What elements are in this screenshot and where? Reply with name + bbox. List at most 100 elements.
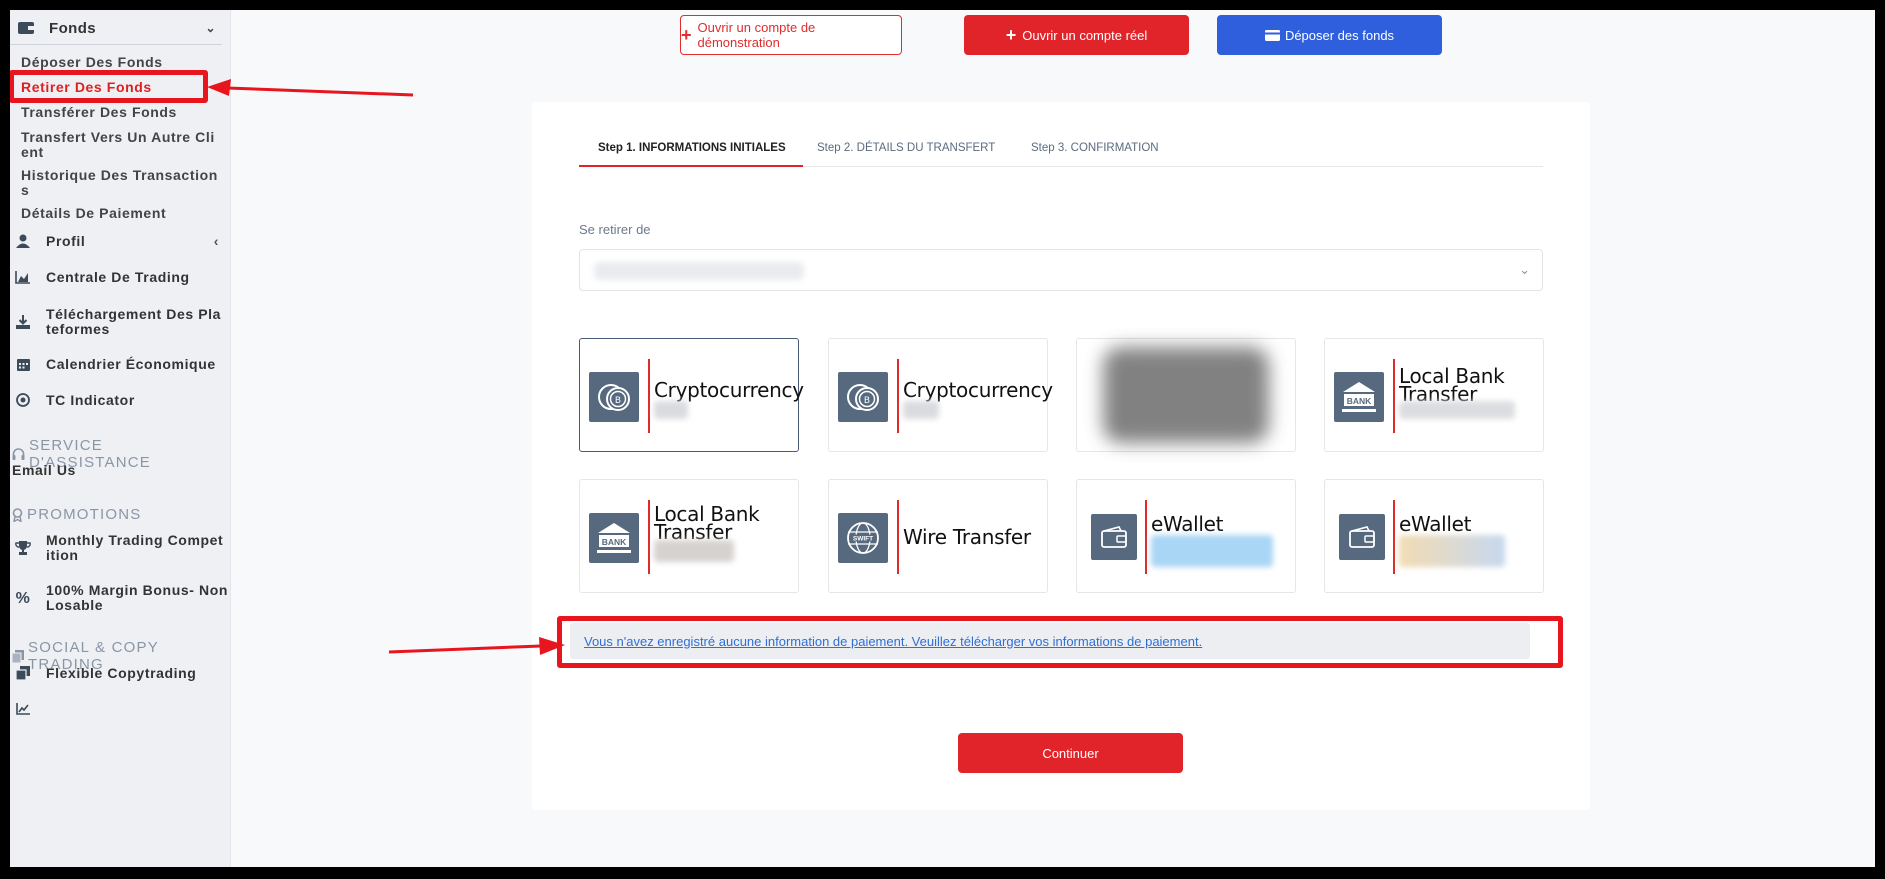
deposit-funds-label: Déposer des fonds	[1284, 27, 1395, 43]
divider	[10, 44, 222, 45]
payment-method-name: eWallet	[1151, 512, 1224, 536]
redacted-subtitle	[1399, 535, 1505, 567]
credit-card-icon	[1264, 29, 1280, 41]
sidebar-item-label: Monthly Trading Competition	[46, 532, 224, 563]
open-real-account-label: Ouvrir un compte réel	[1022, 27, 1148, 43]
annotation-arrow-icon	[207, 79, 414, 97]
payment-method-local-bank-transfer[interactable]: BANK Local Bank Transfer	[1324, 338, 1544, 452]
sidebar-item-label: 100% Margin Bonus- Non Losable	[46, 582, 228, 613]
payment-info-notice: Vous n'avez enregistré aucune informatio…	[570, 623, 1530, 659]
divider	[1393, 500, 1395, 574]
sidebar-item-profil[interactable]: Profil ‹	[10, 232, 231, 250]
wallet-icon	[1339, 514, 1385, 560]
payment-method-name: Cryptocurrency	[903, 378, 1053, 402]
open-demo-account-label: Ouvrir un compte de démonstration	[697, 20, 816, 50]
divider	[1393, 359, 1395, 433]
sidebar-item-transferer-des-fonds[interactable]: Transférer Des Fonds	[21, 105, 231, 120]
svg-text:B: B	[864, 396, 870, 406]
payment-method-ewallet[interactable]: eWallet	[1076, 479, 1296, 593]
divider	[1145, 500, 1147, 574]
sidebar-item-centrale-de-trading[interactable]: Centrale De Trading	[10, 268, 231, 286]
bank-icon: BANK	[1334, 372, 1384, 422]
user-icon	[14, 234, 32, 248]
payment-method-redacted[interactable]	[1076, 338, 1296, 452]
divider	[648, 500, 650, 574]
sidebar-item-telechargement[interactable]: Téléchargement Des Plateformes	[10, 305, 231, 339]
redacted-subtitle	[654, 540, 734, 562]
divider	[897, 500, 899, 574]
sidebar-category-title: PROMOTIONS	[27, 506, 142, 523]
deposit-funds-button[interactable]: Déposer des fonds	[1217, 15, 1442, 55]
sidebar-item-chart[interactable]	[10, 700, 231, 718]
sidebar-item-details-paiement[interactable]: Détails De Paiement	[21, 206, 231, 221]
trophy-icon	[14, 541, 32, 555]
target-icon	[14, 393, 32, 407]
withdraw-from-select[interactable]: ⌄	[579, 249, 1543, 291]
withdraw-card: Step 1. INFORMATIONS INITIALES Step 2. D…	[532, 102, 1590, 810]
sidebar-section-fonds[interactable]: Fonds ⌄	[10, 18, 222, 38]
svg-text:BANK: BANK	[1347, 396, 1372, 406]
payment-method-name: Local Bank Transfer	[1399, 364, 1505, 406]
payment-method-ewallet[interactable]: eWallet	[1324, 479, 1544, 593]
chevron-down-icon: ⌄	[205, 21, 216, 35]
open-real-account-button[interactable]: + Ouvrir un compte réel	[964, 15, 1189, 55]
payment-method-name: eWallet	[1399, 512, 1472, 536]
tab-step-1[interactable]: Step 1. INFORMATIONS INITIALES	[579, 140, 803, 167]
payment-method-local-bank-transfer[interactable]: BANK Local Bank Transfer	[579, 479, 799, 593]
payment-method-cryptocurrency[interactable]: B Cryptocurrency	[579, 338, 804, 452]
headset-icon	[12, 447, 25, 461]
sidebar-item-label: Téléchargement Des Plateformes	[46, 306, 222, 337]
sidebar: Fonds ⌄ Déposer Des Fonds Retirer Des Fo…	[10, 10, 231, 867]
payment-method-wire-transfer[interactable]: SWIFT Wire Transfer	[828, 479, 1048, 593]
tab-step-3[interactable]: Step 3. CONFIRMATION	[1031, 140, 1171, 167]
sidebar-item-transfert-autre-client[interactable]: Transfert Vers Un Autre Client	[21, 130, 221, 160]
wallet-icon	[17, 19, 35, 37]
swift-globe-icon: SWIFT	[838, 513, 888, 563]
annotation-arrow-icon	[388, 637, 565, 655]
divider	[897, 359, 899, 433]
sidebar-item-label: Profil	[46, 232, 86, 249]
app-frame: Fonds ⌄ Déposer Des Fonds Retirer Des Fo…	[10, 10, 1875, 867]
annotation-highlight-retirer	[10, 70, 208, 103]
chart-line-icon	[14, 703, 32, 715]
tab-step-2[interactable]: Step 2. DÉTAILS DU TRANSFERT	[817, 140, 995, 167]
chart-area-icon	[14, 270, 32, 284]
calendar-icon	[14, 357, 32, 371]
sidebar-item-monthly-trading-competition[interactable]: Monthly Trading Competition	[10, 531, 231, 565]
svg-text:BANK: BANK	[602, 537, 627, 547]
sidebar-item-flexible-copytrading[interactable]: Flexible Copytrading	[10, 664, 231, 682]
sidebar-item-deposer-des-fonds[interactable]: Déposer Des Fonds	[21, 55, 231, 70]
sidebar-item-email-us[interactable]: Email Us	[12, 462, 76, 478]
sidebar-item-margin-bonus[interactable]: % 100% Margin Bonus- Non Losable	[10, 581, 231, 615]
withdraw-from-label: Se retirer de	[579, 222, 651, 237]
sidebar-item-tc-indicator[interactable]: TC Indicator	[10, 391, 231, 409]
wallet-icon	[1091, 514, 1137, 560]
sidebar-item-label: Calendrier Économique	[46, 355, 216, 372]
payment-method-cryptocurrency[interactable]: B Cryptocurrency	[828, 338, 1053, 452]
payment-method-name: Wire Transfer	[903, 525, 1031, 549]
sidebar-item-calendrier[interactable]: Calendrier Économique	[10, 355, 231, 373]
download-icon	[14, 315, 32, 329]
payment-method-name: Local Bank Transfer	[654, 502, 760, 544]
bank-icon: BANK	[589, 513, 639, 563]
chevron-left-icon: ‹	[213, 232, 219, 249]
divider	[648, 359, 650, 433]
svg-text:B: B	[615, 396, 621, 406]
copy-icon	[12, 649, 24, 663]
redacted-subtitle	[1151, 535, 1273, 567]
payment-method-name: Cryptocurrency	[654, 378, 804, 402]
open-demo-account-button[interactable]: + Ouvrir un compte de démonstration	[680, 15, 902, 55]
award-icon	[12, 507, 23, 522]
copy-icon	[14, 666, 32, 680]
sidebar-item-historique[interactable]: Historique Des Transactions	[21, 168, 221, 198]
tab-label: Step 2. DÉTAILS DU TRANSFERT	[817, 142, 996, 154]
sidebar-item-label: Centrale De Trading	[46, 268, 190, 285]
redacted-value	[594, 262, 804, 280]
tab-label: Step 1. INFORMATIONS INITIALES	[598, 142, 786, 154]
blurred-logo	[1103, 347, 1269, 443]
continue-button[interactable]: Continuer	[958, 733, 1183, 773]
upload-payment-info-link[interactable]: Vous n'avez enregistré aucune informatio…	[584, 634, 1202, 649]
chevron-down-icon: ⌄	[1519, 262, 1530, 277]
sidebar-item-label: Flexible Copytrading	[46, 664, 197, 681]
redacted-subtitle	[1399, 401, 1515, 419]
